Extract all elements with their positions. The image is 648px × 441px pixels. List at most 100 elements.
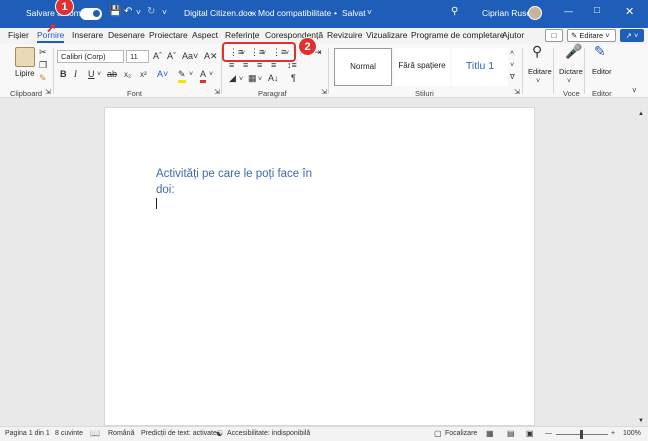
find-icon[interactable]: ⚲ [532, 44, 542, 58]
shading-dropdown-icon[interactable]: ˅ [239, 74, 243, 85]
microphone-icon[interactable]: 🎤 [565, 44, 582, 58]
style-normal[interactable]: Normal [334, 48, 392, 86]
show-marks-icon[interactable]: ¶ [291, 73, 296, 84]
text-predictions-status[interactable]: Predicții de text: activate [141, 430, 217, 437]
autosave-toggle[interactable] [80, 8, 102, 20]
font-color-icon[interactable]: A [200, 69, 207, 83]
undo-dropdown-icon[interactable]: ˅ [136, 7, 141, 17]
clear-formatting-icon[interactable]: A✕ [204, 51, 218, 62]
font-name-select[interactable]: Calibri (Corp) [57, 50, 124, 63]
borders-icon[interactable]: ▦ [248, 73, 257, 84]
voice-group-label: Voce [563, 89, 580, 98]
paste-icon[interactable] [15, 47, 35, 67]
redo-icon[interactable]: ↻ [147, 6, 155, 17]
search-icon[interactable]: ⚲ [451, 6, 458, 17]
save-icon[interactable]: 💾 [109, 6, 121, 17]
editor-icon[interactable]: ✎ [594, 44, 606, 58]
zoom-out-icon[interactable]: — [545, 430, 552, 437]
format-painter-icon[interactable]: ✎ [39, 73, 47, 84]
tab-file[interactable]: Fișier [8, 30, 29, 40]
dialog-launcher-icon[interactable]: ⇲ [514, 87, 520, 98]
change-case-icon[interactable]: Aa˅ [182, 51, 198, 62]
shading-icon[interactable]: ◢ [229, 73, 236, 84]
editor-label[interactable]: Editor [592, 67, 612, 76]
vertical-scrollbar[interactable]: ▲ ▼ [637, 107, 646, 426]
maximize-icon[interactable]: □ [594, 5, 600, 16]
underline-dropdown-icon[interactable]: ˅ [97, 69, 101, 80]
italic-icon[interactable]: I [74, 69, 77, 80]
zoom-level[interactable]: 100% [623, 430, 641, 437]
text-effects-icon[interactable]: A˅ [157, 69, 168, 80]
scroll-up-icon[interactable]: ▲ [638, 109, 644, 120]
subscript-icon[interactable]: x₂ [124, 69, 131, 80]
tab-references[interactable]: Referințe [225, 30, 260, 40]
tab-mailings[interactable]: Corespondență [265, 30, 323, 40]
editing-label[interactable]: Editare [528, 67, 552, 76]
tab-draw[interactable]: Desenare [108, 30, 145, 40]
bold-icon[interactable]: B [60, 69, 67, 80]
collapse-ribbon-icon[interactable]: ˅ [632, 85, 637, 96]
language-label[interactable]: Română [108, 430, 134, 437]
dialog-launcher-icon[interactable]: ⇲ [214, 87, 220, 98]
highlight-dropdown-icon[interactable]: ˅ [189, 69, 193, 80]
dictate-label[interactable]: Dictare [559, 67, 583, 76]
dialog-launcher-icon[interactable]: ⇲ [45, 87, 51, 98]
print-layout-icon[interactable]: ▤ [507, 429, 515, 438]
tab-addins[interactable]: Programe de completare [411, 30, 505, 40]
close-icon[interactable]: ✕ [625, 5, 634, 18]
tab-review[interactable]: Revizuire [327, 30, 362, 40]
paste-label[interactable]: Lipire [15, 69, 35, 78]
document-page[interactable]: Activități pe care le poți face în doi: [104, 107, 535, 426]
saved-status[interactable]: Salvat [342, 8, 366, 18]
group-divider [328, 48, 329, 94]
dialog-launcher-icon[interactable]: ⇲ [321, 87, 327, 98]
group-divider [53, 48, 54, 94]
style-heading-1[interactable]: Titlu 1 [452, 48, 508, 86]
minimize-icon[interactable]: — [564, 6, 573, 16]
zoom-slider-thumb[interactable] [580, 430, 583, 439]
accessibility-icon[interactable]: ☯ [216, 429, 223, 438]
avatar[interactable] [528, 6, 542, 20]
word-count[interactable]: 8 cuvinte [55, 430, 83, 437]
proofing-icon[interactable]: 📖 [90, 429, 100, 438]
zoom-in-icon[interactable]: + [611, 430, 615, 437]
group-divider [584, 48, 585, 94]
tab-insert[interactable]: Inserare [72, 30, 103, 40]
editing-mode-button[interactable]: ✎ Editare ˅ [567, 29, 616, 42]
font-size-select[interactable]: 11 [126, 50, 149, 63]
style-no-spacing[interactable]: Fără spațiere [394, 48, 450, 86]
chevron-down-icon: ˅ [367, 7, 372, 17]
page-count[interactable]: Pagina 1 din 1 [5, 430, 50, 437]
sort-icon[interactable]: A↓ [268, 73, 279, 84]
read-mode-icon[interactable]: ▦ [486, 429, 494, 438]
focus-icon[interactable]: ▢ [434, 429, 442, 438]
web-layout-icon[interactable]: ▣ [526, 429, 534, 438]
styles-scroll-up-icon[interactable]: ˄ [510, 48, 514, 59]
customize-qat-icon[interactable]: ˅ [162, 7, 167, 17]
grow-font-icon[interactable]: Aˆ [153, 51, 162, 62]
accessibility-status[interactable]: Accesibilitate: indisponibilă [227, 430, 310, 437]
undo-icon[interactable]: ↶ [124, 6, 132, 17]
font-color-dropdown-icon[interactable]: ˅ [209, 69, 213, 80]
shrink-font-icon[interactable]: Aˇ [167, 51, 176, 62]
lists-highlight [222, 42, 296, 62]
strikethrough-icon[interactable]: ab [107, 69, 117, 80]
ribbon-tabs: Fișier Pornire Inserare Desenare Proiect… [0, 28, 648, 44]
copy-icon[interactable]: ❐ [39, 60, 47, 71]
share-button[interactable]: ↗ ˅ [620, 29, 644, 42]
focus-label[interactable]: Focalizare [445, 430, 477, 437]
borders-dropdown-icon[interactable]: ˅ [258, 74, 262, 85]
comments-icon[interactable]: □ [545, 29, 563, 42]
tab-layout[interactable]: Aspect [192, 30, 218, 40]
tab-help[interactable]: Ajutor [502, 30, 524, 40]
cut-icon[interactable]: ✂ [39, 47, 47, 58]
document-text-line[interactable]: Activități pe care le poți face în [156, 168, 312, 180]
highlight-icon[interactable]: ✎ [178, 69, 186, 83]
styles-scroll-down-icon[interactable]: ˅ [510, 60, 514, 71]
styles-more-icon[interactable]: ∇ [510, 72, 515, 83]
document-text-line[interactable]: doi: [156, 184, 175, 196]
tab-design[interactable]: Proiectare [149, 30, 188, 40]
underline-icon[interactable]: U [88, 69, 95, 80]
tab-view[interactable]: Vizualizare [366, 30, 407, 40]
superscript-icon[interactable]: x² [140, 69, 147, 80]
